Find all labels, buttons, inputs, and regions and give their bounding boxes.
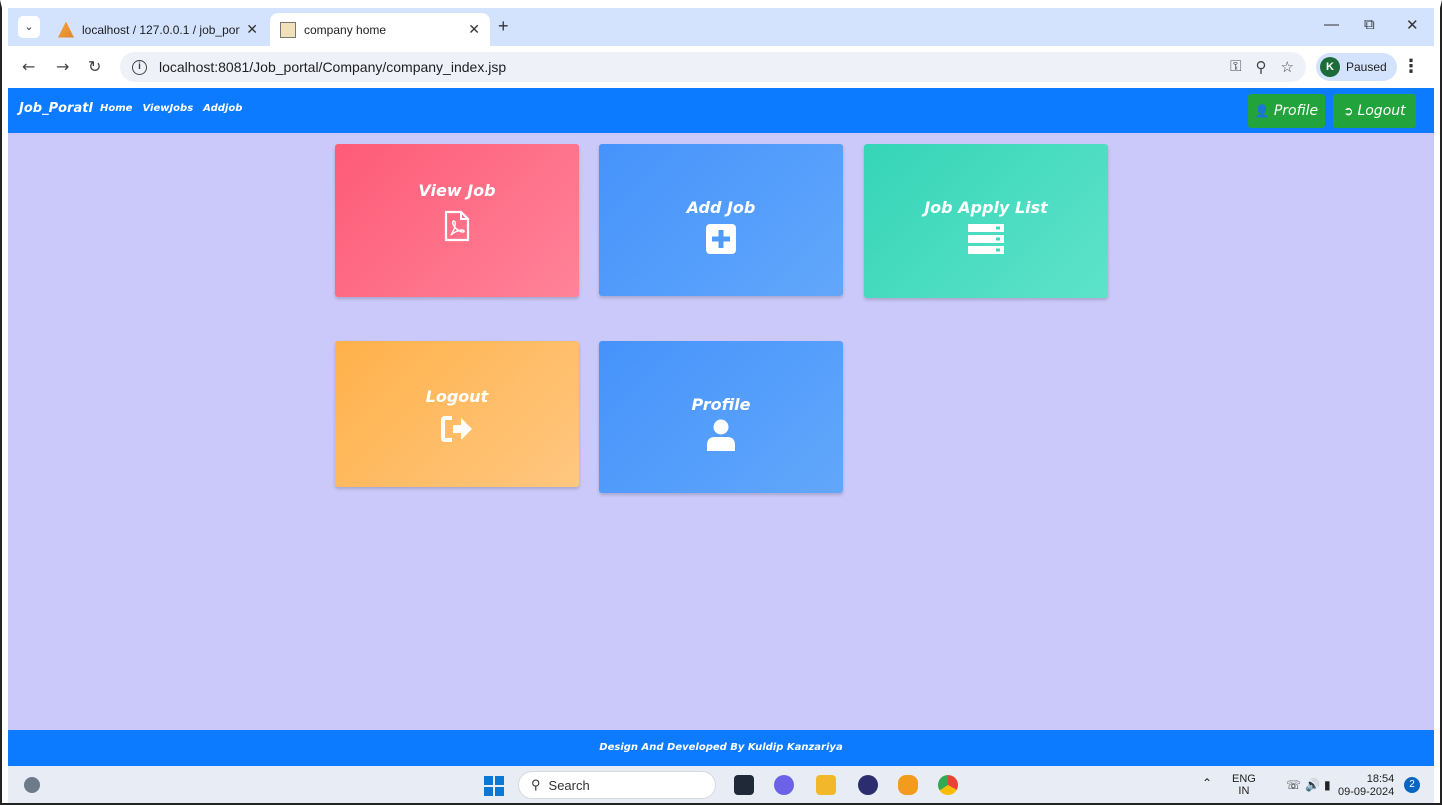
logout-button[interactable]: ➲ Logout [1333,94,1416,128]
teams-icon[interactable] [774,775,794,795]
nav-home-link[interactable]: Home [100,103,132,114]
profile-button[interactable]: 👤 Profile [1248,94,1325,128]
sign-out-icon: ➲ [1343,104,1354,118]
lang-region: IN [1238,785,1250,797]
nav-addjob-link[interactable]: Addjob [203,103,242,114]
clock-time: 18:54 [1366,773,1395,785]
close-icon[interactable]: ✕ [246,21,258,38]
pdf-file-icon [444,210,470,242]
nav-viewjobs-link[interactable]: ViewJobs [142,103,193,114]
tab-search-icon[interactable]: ⌄ [18,16,40,38]
user-icon: 👤 [1254,104,1270,118]
lang-code: ENG [1232,773,1256,785]
url-text: localhost:8081/Job_portal/Company/compan… [159,59,507,75]
profile-button-label: Profile [1273,103,1319,119]
app-navbar: Job_Poratl Home ViewJobs Addjob 👤 Profil… [8,88,1434,133]
phpmyadmin-favicon-icon [58,21,74,38]
nav-links: Home ViewJobs Addjob [100,103,242,114]
user-icon [707,419,735,451]
tab-title: localhost / 127.0.0.1 / job_porta [82,22,241,37]
card-title: Profile [691,395,751,414]
brand-link[interactable]: Job_Poratl [19,101,93,116]
minimize-icon[interactable]: — [1324,16,1339,33]
sign-out-icon [441,416,472,442]
card-logout[interactable]: Logout [335,341,579,487]
tray-chevron-icon[interactable]: ⌃ [1202,776,1212,790]
page-footer: Design And Developed By Kuldip Kanzariya [8,730,1434,766]
address-bar[interactable]: i localhost:8081/Job_portal/Company/comp… [120,52,1306,82]
tab-phpmyadmin[interactable]: localhost / 127.0.0.1 / job_porta ✕ [48,13,268,46]
notification-badge[interactable]: 2 [1404,777,1420,793]
clock-date: 09-09-2024 [1338,786,1395,798]
omnibox-actions: ⚿ ⚲ ☆ [1230,58,1294,76]
card-title: Add Job [686,198,756,217]
eclipse-icon[interactable] [858,775,878,795]
windows-start-icon[interactable] [484,776,504,796]
card-title: Job Apply List [924,198,1048,217]
task-view-icon[interactable] [734,775,754,795]
browser-tab-strip: ⌄ localhost / 127.0.0.1 / job_porta ✕ co… [8,8,1434,46]
card-title: Logout [425,387,489,406]
logout-button-label: Logout [1357,103,1406,119]
tab-title: company home [304,22,387,37]
card-title: View Job [418,181,496,200]
plus-square-icon [706,224,736,254]
close-icon[interactable]: ✕ [468,21,480,38]
taskbar-search-placeholder: Search [548,777,590,793]
language-indicator[interactable]: ENG IN [1232,773,1256,797]
weather-icon[interactable] [24,777,40,793]
window-close-icon[interactable]: ✕ [1406,16,1419,34]
card-view-job[interactable]: View Job [335,144,579,297]
browser-toolbar: ← → ↻ i localhost:8081/Job_portal/Compan… [8,46,1434,88]
bookmark-star-icon[interactable]: ☆ [1281,58,1294,76]
page-favicon-icon [280,21,296,38]
profile-paused-button[interactable]: K Paused [1316,53,1397,81]
dashboard-main: View Job Add Job Job Apply List Logout P… [8,133,1434,730]
menu-kebab-icon[interactable]: ⋮ [1402,56,1420,77]
search-icon: ⚲ [531,777,541,792]
profile-status: Paused [1346,60,1387,74]
chrome-icon[interactable] [938,775,958,795]
site-info-icon[interactable]: i [132,59,147,75]
card-profile[interactable]: Profile [599,341,843,493]
taskbar-search[interactable]: ⚲ Search [518,771,716,799]
password-key-icon[interactable]: ⚿ [1230,58,1241,76]
forward-icon[interactable]: → [56,57,69,76]
windows-taskbar: ⚲ Search ⌃ ENG IN ☏🔊▮ 18:54 09-09-2024 2 [8,766,1434,803]
restore-icon[interactable]: ⧉ [1364,16,1375,33]
avatar: K [1320,57,1340,77]
file-explorer-icon[interactable] [816,775,836,795]
zoom-icon[interactable]: ⚲ [1256,58,1267,76]
new-tab-icon[interactable]: + [498,16,509,37]
tray-status-icons[interactable]: ☏🔊▮ [1286,778,1335,792]
tab-company-home[interactable]: company home ✕ [270,13,490,46]
card-job-apply-list[interactable]: Job Apply List [864,144,1108,298]
card-add-job[interactable]: Add Job [599,144,843,296]
app-icon[interactable] [898,775,918,795]
reload-icon[interactable]: ↻ [88,57,101,76]
server-list-icon [968,224,1004,254]
taskbar-clock[interactable]: 18:54 09-09-2024 [1338,773,1394,799]
back-icon[interactable]: ← [22,57,35,76]
